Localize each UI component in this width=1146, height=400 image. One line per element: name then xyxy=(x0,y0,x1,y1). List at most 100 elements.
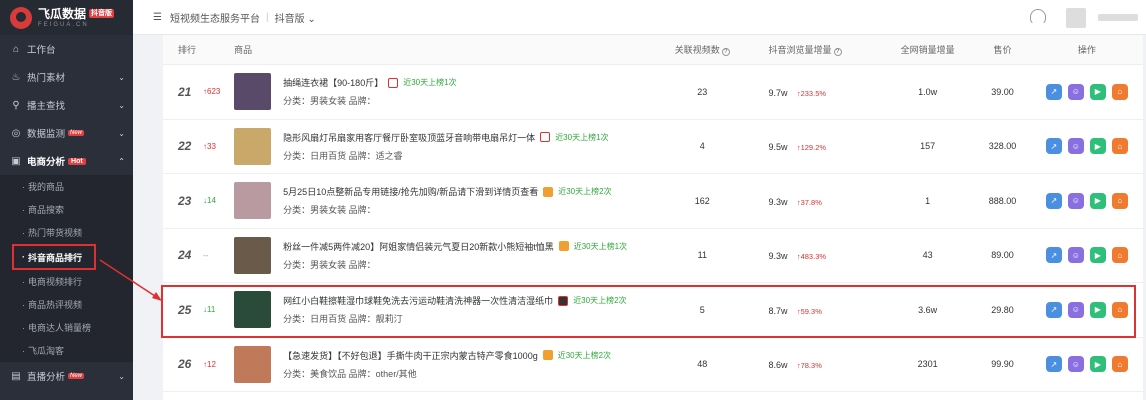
shop-bag-icon[interactable]: ⌂ xyxy=(1111,301,1128,318)
logo-badge: 抖音版 xyxy=(89,9,115,18)
product-title[interactable]: 【急速发货】【不好包退】手撕牛肉干正宗内蒙古特产零食1000g xyxy=(283,349,538,362)
sidebar-item-live-analysis[interactable]: ▤ 直播分析 New ⌄ xyxy=(0,362,133,390)
product-cell: 隐形风扇灯吊扇家用客厅餐厅卧室吸顶蓝牙音响带电扇吊灯一体 近30天上榜1次 分类… xyxy=(234,127,646,165)
sidebar-item-workbench[interactable]: ⌂ 工作台 xyxy=(0,35,133,63)
user-icon[interactable]: ☺ xyxy=(1067,247,1084,264)
product-title[interactable]: 5月25日10点整新品专用链接/抢先加购/新品请下滑到详情页查看 xyxy=(283,185,538,198)
shop-bag-icon[interactable]: ⌂ xyxy=(1111,192,1128,209)
help-icon: ? xyxy=(833,48,842,56)
product-cell: 网红小白鞋擦鞋湿巾球鞋免洗去污运动鞋清洗神器一次性清洁湿纸巾 近30天上榜2次 … xyxy=(234,291,646,329)
video-count: 5 xyxy=(699,304,705,315)
shop-bag-icon[interactable]: ⌂ xyxy=(1111,138,1128,155)
product-thumbnail[interactable] xyxy=(234,182,272,220)
price: 39.00 xyxy=(991,86,1014,97)
views-percent: ↑78.3% xyxy=(796,361,822,371)
views-cell: 9.7w ↑233.5% xyxy=(758,85,880,99)
ranking-frequency-tag: 近30天上榜1次 xyxy=(555,132,609,142)
product-thumbnail[interactable] xyxy=(234,236,272,274)
chart-icon[interactable]: ↗ xyxy=(1045,83,1062,100)
menu-icon[interactable]: ☰ xyxy=(153,12,162,23)
product-title[interactable]: 网红小白鞋擦鞋湿巾球鞋免洗去污运动鞋清洗神器一次性清洁湿纸巾 xyxy=(283,294,553,307)
product-cell: 抽绳连衣裙【90-180斤】 近30天上榜1次 分类：男装女装 品牌： xyxy=(234,73,646,111)
table-row[interactable]: 26 ↑12 【急速发货】【不好包退】手撕牛肉干正宗内蒙古特产零食1000g 近… xyxy=(163,338,1143,392)
sidebar-subitem-influencer-sales[interactable]: 电商达人销量榜 xyxy=(0,316,133,339)
shop-bag-icon[interactable]: ⌂ xyxy=(1111,356,1128,373)
rank-change: ↑12 xyxy=(203,359,216,369)
header-views[interactable]: 抖音浏览量增量? xyxy=(758,43,880,56)
table-row[interactable]: 22 ↑33 隐形风扇灯吊扇家用客厅餐厅卧室吸顶蓝牙音响带电扇吊灯一体 近30天… xyxy=(163,120,1143,174)
shop-bag-icon[interactable]: ⌂ xyxy=(1111,83,1128,100)
sidebar-subitem-my-products[interactable]: 我的商品 xyxy=(0,175,133,198)
version-selector[interactable]: 抖音版 ⌄ xyxy=(275,10,316,25)
ops-cell: ↗ ☺ ▶ ⌂ xyxy=(1031,192,1143,209)
chart-icon[interactable]: ↗ xyxy=(1045,138,1062,155)
logo[interactable]: 飞瓜数据 抖音版 FEIGUA.CN xyxy=(0,0,133,35)
rank-cell: 25 ↓11 xyxy=(163,303,234,317)
sidebar-subitem-feigua-taoke[interactable]: 飞瓜淘客 xyxy=(0,339,133,362)
video-count: 48 xyxy=(697,359,708,370)
product-meta: 分类：日用百货 品牌：适之睿 xyxy=(283,150,403,161)
video-icon[interactable]: ▶ xyxy=(1089,356,1106,373)
sidebar-subitem-hot-comments[interactable]: 商品热评视频 xyxy=(0,293,133,316)
cart-icon: ▣ xyxy=(11,155,21,167)
monitor-icon: ◎ xyxy=(11,127,21,139)
views-percent: ↑483.3% xyxy=(796,252,827,262)
table-header: 排行 商品 关联视频数? 抖音浏览量增量? 全网销量增量 售价 操作 xyxy=(163,35,1143,65)
headset-icon[interactable] xyxy=(1030,9,1046,25)
product-thumbnail[interactable] xyxy=(234,73,272,111)
product-meta: 分类：男装女装 品牌： xyxy=(283,96,376,107)
table-row[interactable]: 24 -- 粉丝一件减5两件减20】阿姐家情侣装元气夏日20新款小熊短袖t恤黑 … xyxy=(163,229,1143,283)
avatar[interactable] xyxy=(1066,8,1086,28)
sales-increment: 3.6w xyxy=(918,304,938,315)
sidebar-subitem-product-search[interactable]: 商品搜索 xyxy=(0,198,133,221)
product-thumbnail[interactable] xyxy=(234,291,272,329)
chart-icon[interactable]: ↗ xyxy=(1045,247,1062,264)
sidebar-subitem-video-ranking[interactable]: 电商视频排行 xyxy=(0,270,133,293)
product-meta: 分类：男装女装 品牌： xyxy=(283,259,376,270)
ranking-frequency-tag: 近30天上榜1次 xyxy=(403,78,457,88)
user-icon[interactable]: ☺ xyxy=(1067,138,1084,155)
sidebar-item-label: 数据监测 xyxy=(27,129,66,140)
product-title[interactable]: 隐形风扇灯吊扇家用客厅餐厅卧室吸顶蓝牙音响带电扇吊灯一体 xyxy=(283,131,535,144)
product-title[interactable]: 粉丝一件减5两件减20】阿姐家情侣装元气夏日20新款小熊短袖t恤黑 xyxy=(283,240,554,253)
chart-icon[interactable]: ↗ xyxy=(1045,301,1062,318)
video-icon[interactable]: ▶ xyxy=(1089,138,1106,155)
video-icon[interactable]: ▶ xyxy=(1089,83,1106,100)
views-cell: 9.3w ↑37.8% xyxy=(758,194,880,208)
user-icon[interactable]: ☺ xyxy=(1067,83,1084,100)
views-increment: 9.3w xyxy=(768,196,788,207)
sidebar-subitem-product-ranking[interactable]: 抖音商品排行 xyxy=(12,244,96,270)
video-icon[interactable]: ▶ xyxy=(1089,192,1106,209)
price: 99.90 xyxy=(991,359,1014,370)
user-icon[interactable]: ☺ xyxy=(1067,192,1084,209)
shop-bag-icon[interactable]: ⌂ xyxy=(1111,247,1128,264)
sidebar-item-data-monitor[interactable]: ◎ 数据监测 New ⌄ xyxy=(0,119,133,147)
video-icon[interactable]: ▶ xyxy=(1089,301,1106,318)
sales-increment: 43 xyxy=(922,250,933,261)
divider: | xyxy=(265,11,269,23)
username-placeholder[interactable] xyxy=(1098,14,1138,21)
video-icon[interactable]: ▶ xyxy=(1089,247,1106,264)
header-videos[interactable]: 关联视频数? xyxy=(646,43,758,56)
table-row[interactable]: 21 ↑623 抽绳连衣裙【90-180斤】 近30天上榜1次 分类：男装女装 … xyxy=(163,65,1143,120)
ranking-frequency-tag: 近30天上榜1次 xyxy=(573,241,628,251)
product-thumbnail[interactable] xyxy=(234,345,272,383)
table-row[interactable]: 23 ↓14 5月25日10点整新品专用链接/抢先加购/新品请下滑到详情页查看 … xyxy=(163,174,1143,229)
sidebar-subitem-hot-videos[interactable]: 热门带货视频 xyxy=(0,221,133,244)
sidebar-item-hot-material[interactable]: ♨ 热门素材 ⌄ xyxy=(0,63,133,91)
chart-icon[interactable]: ↗ xyxy=(1045,356,1062,373)
sidebar-item-streamer-search[interactable]: ⚲ 播主查找 ⌄ xyxy=(0,91,133,119)
product-title[interactable]: 抽绳连衣裙【90-180斤】 xyxy=(283,76,383,89)
user-icon[interactable]: ☺ xyxy=(1067,301,1084,318)
rank-number: 22 xyxy=(178,139,192,154)
new-badge: New xyxy=(68,130,85,136)
product-thumbnail[interactable] xyxy=(234,127,272,165)
hot-badge: Hot xyxy=(68,157,86,165)
sidebar-item-ecommerce[interactable]: ▣ 电商分析 Hot ⌃ xyxy=(0,147,133,175)
chart-icon[interactable]: ↗ xyxy=(1045,192,1062,209)
logo-subtitle: FEIGUA.CN xyxy=(38,21,89,28)
help-icon: ? xyxy=(721,48,730,56)
table-row[interactable]: 25 ↓11 网红小白鞋擦鞋湿巾球鞋免洗去污运动鞋清洗神器一次性清洁湿纸巾 近3… xyxy=(163,283,1143,338)
product-meta: 分类：男装女装 品牌： xyxy=(283,205,376,216)
user-icon[interactable]: ☺ xyxy=(1067,356,1084,373)
